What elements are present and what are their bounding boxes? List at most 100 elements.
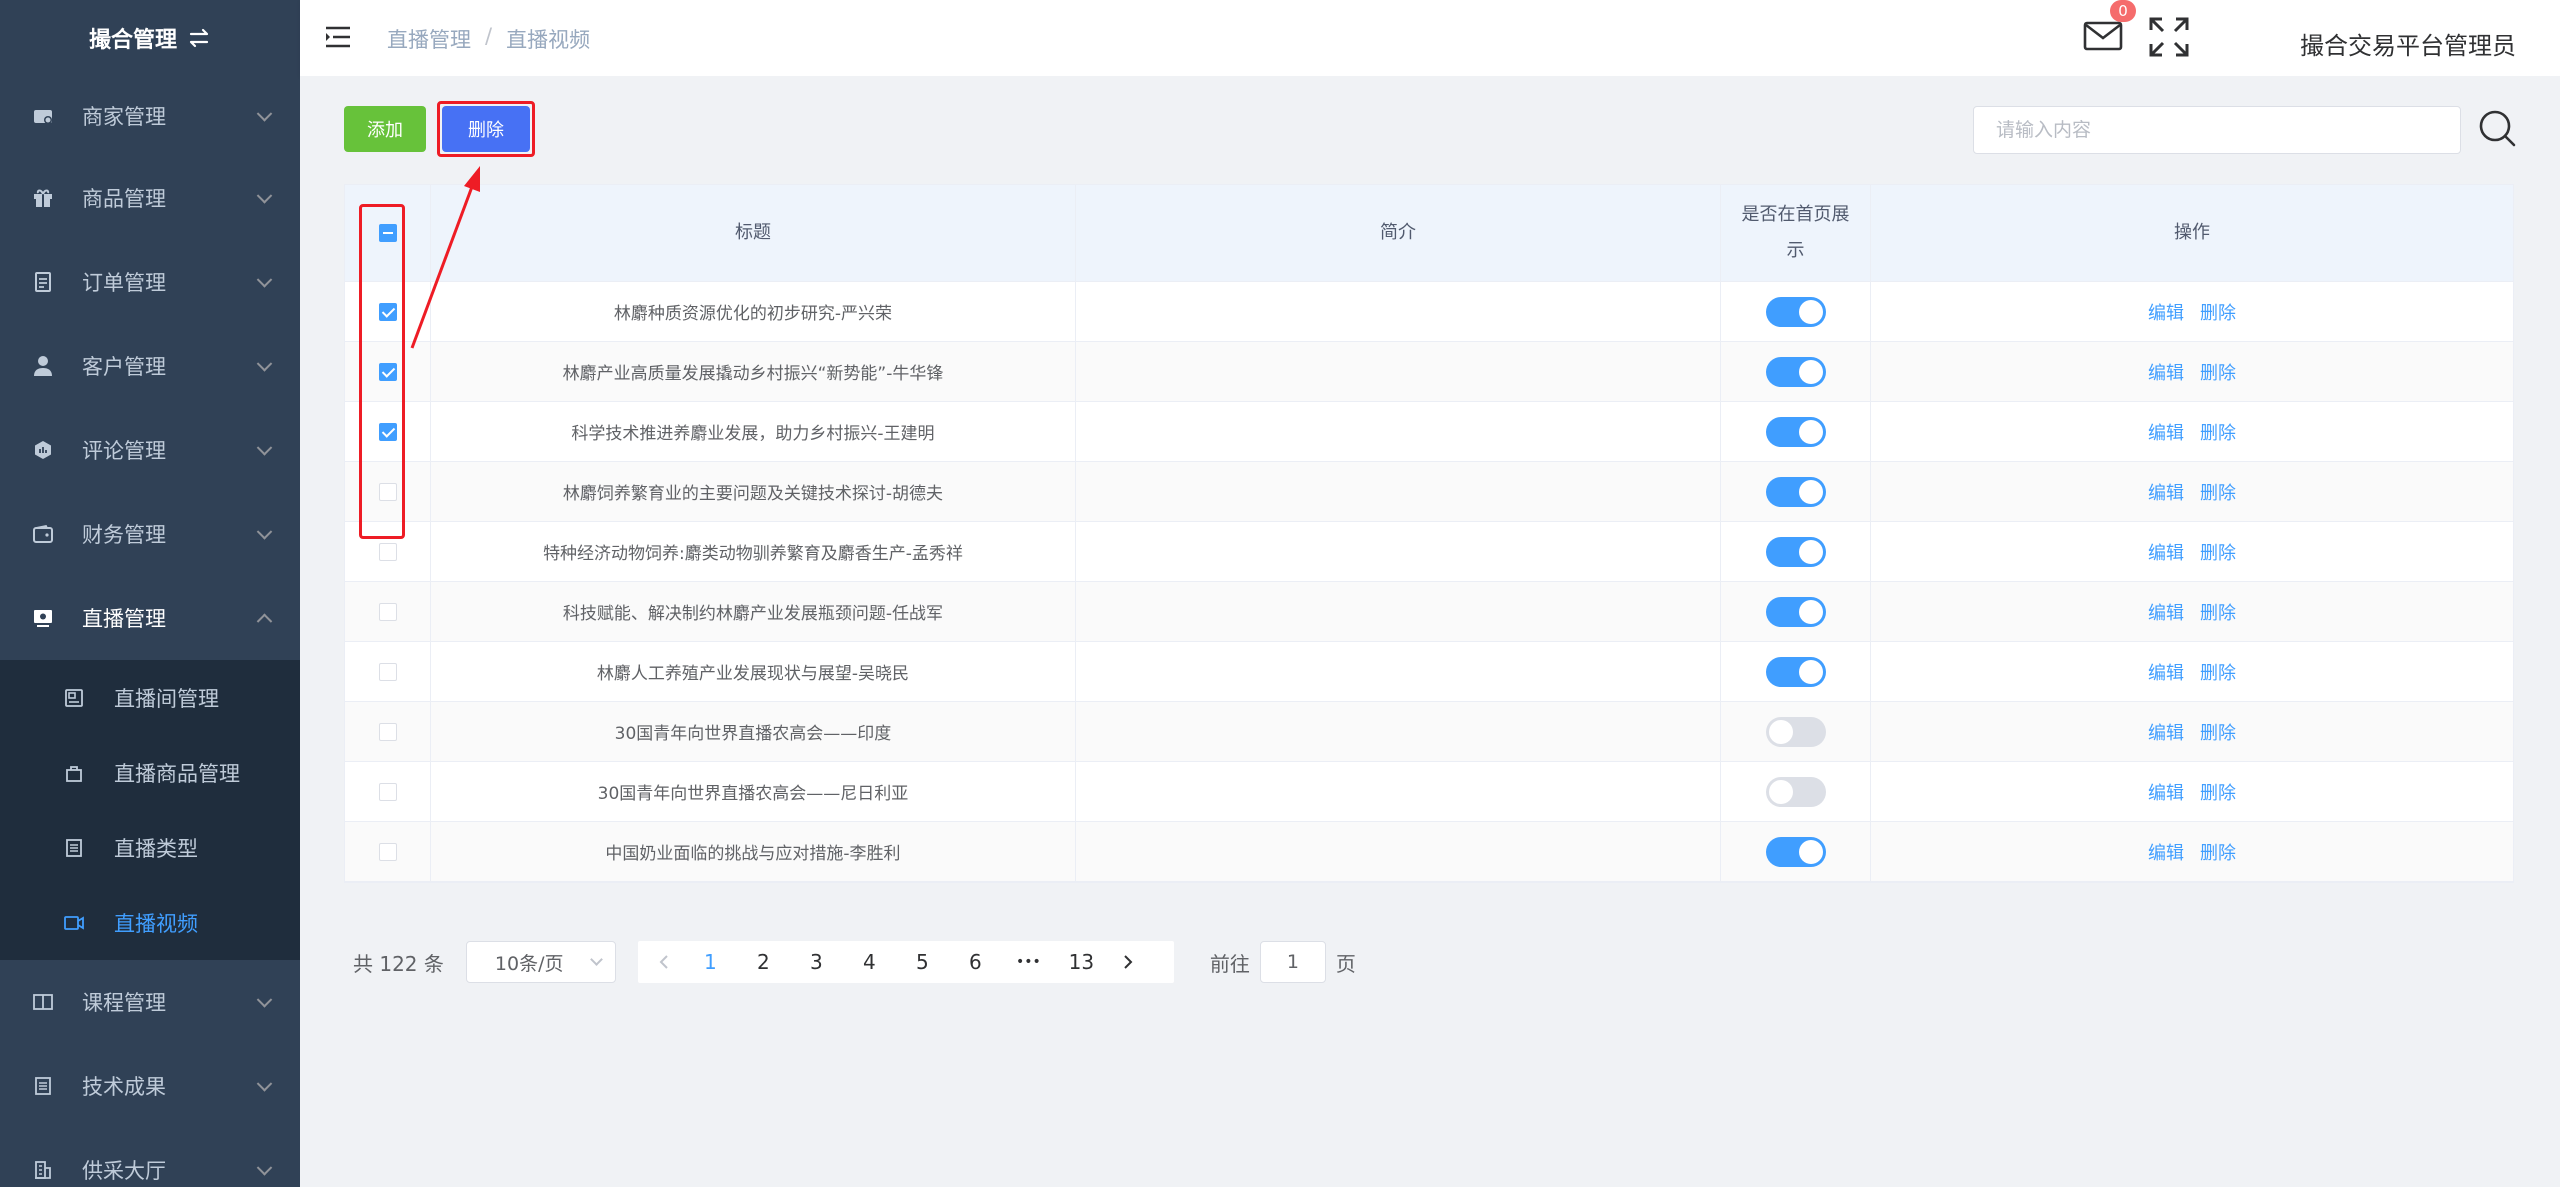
row-actions: 编辑 删除 xyxy=(1871,822,2513,881)
delete-link[interactable]: 删除 xyxy=(2200,719,2236,745)
avatar[interactable] xyxy=(2240,10,2282,70)
delete-link[interactable]: 删除 xyxy=(2200,659,2236,685)
show-home-toggle[interactable] xyxy=(1765,476,1826,507)
page-size-select[interactable]: 10条/页 xyxy=(465,941,616,983)
gift-icon xyxy=(32,187,54,209)
menu-item-live[interactable]: 直播管理 xyxy=(0,576,300,660)
show-home-toggle[interactable] xyxy=(1765,716,1826,747)
live-room-icon xyxy=(64,688,84,708)
row-show-home-cell xyxy=(1721,462,1871,521)
chevron-down-icon xyxy=(256,356,273,372)
row-checkbox[interactable] xyxy=(378,722,397,741)
edit-link[interactable]: 编辑 xyxy=(2148,479,2184,505)
show-home-toggle[interactable] xyxy=(1765,836,1826,867)
delete-link[interactable]: 删除 xyxy=(2200,479,2236,505)
sidebar-title-text: 撮合管理 xyxy=(88,28,177,53)
prev-page-button[interactable] xyxy=(644,941,684,983)
row-intro xyxy=(1076,822,1721,881)
menu-item-label: 直播管理 xyxy=(82,607,166,631)
store-icon xyxy=(32,105,54,127)
row-checkbox[interactable] xyxy=(378,602,397,621)
edit-link[interactable]: 编辑 xyxy=(2148,659,2184,685)
delete-link[interactable]: 删除 xyxy=(2200,779,2236,805)
breadcrumb-item[interactable]: 直播管理 xyxy=(387,24,471,54)
show-home-toggle[interactable] xyxy=(1765,296,1826,327)
page-number[interactable]: 3 xyxy=(790,941,843,983)
row-actions: 编辑 删除 xyxy=(1871,522,2513,581)
table-row: 科技赋能、解决制约林麝产业发展瓶颈问题-任战军 编辑 删除 xyxy=(345,582,2513,642)
submenu-item-live-room[interactable]: 直播间管理 xyxy=(0,660,300,735)
submenu-item-live-type[interactable]: 直播类型 xyxy=(0,810,300,885)
menu-item-customers[interactable]: 客户管理 xyxy=(0,324,300,408)
show-home-toggle[interactable] xyxy=(1765,596,1826,627)
show-home-toggle[interactable] xyxy=(1765,416,1826,447)
table-row: 特种经济动物饲养:麝类动物驯养繁育及麝香生产-孟秀祥 编辑 删除 xyxy=(345,522,2513,582)
goto-suffix: 页 xyxy=(1335,951,1356,976)
next-page-button[interactable] xyxy=(1108,941,1148,983)
column-header-show-home-text: 是否在首页展示 xyxy=(1741,204,1850,261)
menu-item-procurement[interactable]: 供采大厅 xyxy=(0,1128,300,1187)
delete-link[interactable]: 删除 xyxy=(2200,599,2236,625)
table-row: 林麝产业高质量发展撬动乡村振兴“新势能”-牛华锋 编辑 删除 xyxy=(345,342,2513,402)
column-header-actions: 操作 xyxy=(2174,222,2210,243)
delete-link[interactable]: 删除 xyxy=(2200,299,2236,325)
delete-link[interactable]: 删除 xyxy=(2200,839,2236,865)
menu-item-orders[interactable]: 订单管理 xyxy=(0,240,300,324)
menu-item-merchant[interactable]: 商家管理 xyxy=(0,76,300,156)
switch-icon[interactable] xyxy=(187,28,211,48)
page-number[interactable]: 4 xyxy=(843,941,896,983)
row-title: 林麝人工养殖产业发展现状与展望-吴晓民 xyxy=(431,642,1076,701)
show-home-toggle[interactable] xyxy=(1765,536,1826,567)
row-checkbox[interactable] xyxy=(378,662,397,681)
edit-link[interactable]: 编辑 xyxy=(2148,779,2184,805)
menu-item-goods[interactable]: 商品管理 xyxy=(0,156,300,240)
delete-link[interactable]: 删除 xyxy=(2200,539,2236,565)
sidebar-title: 撮合管理 xyxy=(0,0,300,76)
row-checkbox[interactable] xyxy=(378,542,397,561)
row-actions: 编辑 删除 xyxy=(1871,462,2513,521)
page-ellipsis[interactable]: ••• xyxy=(1002,941,1055,983)
mail-icon[interactable] xyxy=(2083,18,2123,54)
goto-page-input[interactable] xyxy=(1259,941,1326,983)
search-icon[interactable] xyxy=(2478,109,2518,149)
book-icon xyxy=(32,991,54,1013)
delete-link[interactable]: 删除 xyxy=(2200,359,2236,385)
page-number[interactable]: 6 xyxy=(949,941,1002,983)
edit-link[interactable]: 编辑 xyxy=(2148,599,2184,625)
submenu-item-live-video[interactable]: 直播视频 xyxy=(0,885,300,960)
chevron-left-icon xyxy=(659,955,668,969)
page-number[interactable]: 13 xyxy=(1055,941,1108,983)
menu-item-courses[interactable]: 课程管理 xyxy=(0,960,300,1044)
page-number[interactable]: 5 xyxy=(896,941,949,983)
edit-link[interactable]: 编辑 xyxy=(2148,419,2184,445)
edit-link[interactable]: 编辑 xyxy=(2148,359,2184,385)
edit-link[interactable]: 编辑 xyxy=(2148,719,2184,745)
page-number[interactable]: 1 xyxy=(684,941,737,983)
edit-link[interactable]: 编辑 xyxy=(2148,839,2184,865)
search-input[interactable] xyxy=(1973,106,2461,154)
row-checkbox[interactable] xyxy=(378,782,397,801)
user-name[interactable]: 撮合交易平台管理员 xyxy=(2300,26,2516,61)
hamburger-icon[interactable] xyxy=(325,26,351,48)
edit-link[interactable]: 编辑 xyxy=(2148,299,2184,325)
page-number[interactable]: 2 xyxy=(737,941,790,983)
submenu-item-live-goods[interactable]: 直播商品管理 xyxy=(0,735,300,810)
column-header-show-home: 是否在首页展示 xyxy=(1721,185,1871,281)
show-home-toggle[interactable] xyxy=(1765,656,1826,687)
fullscreen-icon[interactable] xyxy=(2148,16,2190,58)
edit-link[interactable]: 编辑 xyxy=(2148,539,2184,565)
row-intro xyxy=(1076,522,1721,581)
delete-link[interactable]: 删除 xyxy=(2200,419,2236,445)
row-actions: 编辑 删除 xyxy=(1871,702,2513,761)
show-home-toggle[interactable] xyxy=(1765,776,1826,807)
row-actions: 编辑 删除 xyxy=(1871,642,2513,701)
chevron-down-icon xyxy=(256,992,273,1008)
menu-item-achievements[interactable]: 技术成果 xyxy=(0,1044,300,1128)
show-home-toggle[interactable] xyxy=(1765,356,1826,387)
add-button[interactable]: 添加 xyxy=(344,106,426,152)
table-row: 林麝饲养繁育业的主要问题及关键技术探讨-胡德夫 编辑 删除 xyxy=(345,462,2513,522)
sidebar: 撮合管理 商家管理 商品管理 订单管理 客户管理 评论管理 财务管理 直播管理 xyxy=(0,0,300,1187)
row-checkbox[interactable] xyxy=(378,842,397,861)
menu-item-comments[interactable]: 评论管理 xyxy=(0,408,300,492)
menu-item-finance[interactable]: 财务管理 xyxy=(0,492,300,576)
